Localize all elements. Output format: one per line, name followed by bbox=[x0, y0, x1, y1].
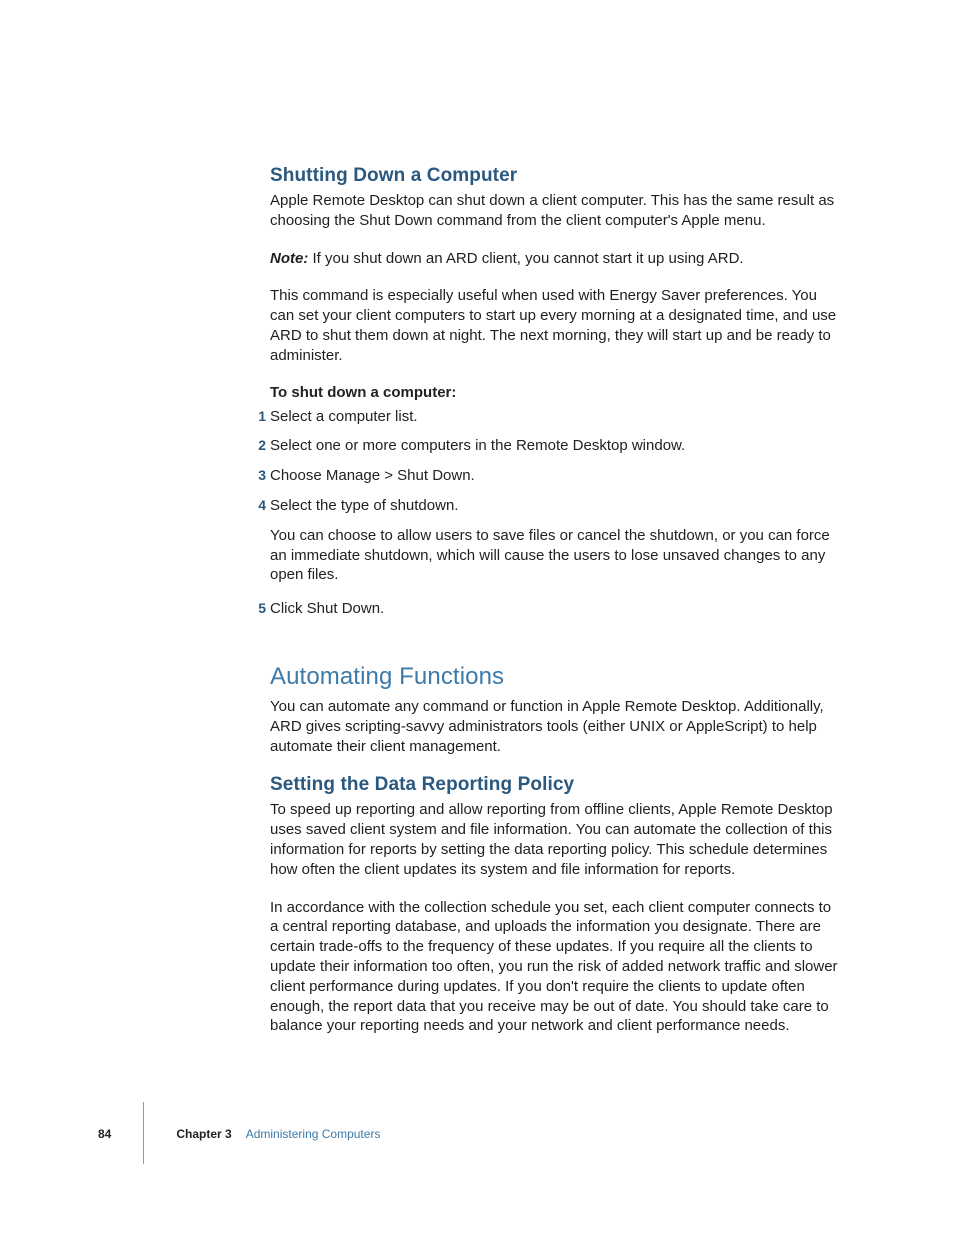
step-number: 4 bbox=[248, 496, 266, 514]
body-paragraph: You can automate any command or function… bbox=[270, 697, 840, 756]
body-paragraph: In accordance with the collection schedu… bbox=[270, 898, 840, 1037]
step-text: Click Shut Down. bbox=[270, 600, 384, 617]
note-paragraph: Note: If you shut down an ARD client, yo… bbox=[270, 249, 840, 269]
step-item: 4 Select the type of shutdown. You can c… bbox=[270, 496, 840, 599]
heading-automating-functions: Automating Functions bbox=[270, 663, 840, 691]
step-item: 5 Click Shut Down. bbox=[270, 599, 840, 629]
page-number: 84 bbox=[98, 1127, 111, 1141]
page-content: Shutting Down a Computer Apple Remote De… bbox=[270, 165, 840, 1054]
step-number: 1 bbox=[248, 407, 266, 425]
body-paragraph: To speed up reporting and allow reportin… bbox=[270, 800, 840, 879]
step-item: 1 Select a computer list. bbox=[270, 407, 840, 437]
footer-chapter-title: Administering Computers bbox=[246, 1127, 381, 1141]
step-text: Select the type of shutdown. bbox=[270, 497, 458, 514]
document-page: Shutting Down a Computer Apple Remote De… bbox=[0, 0, 954, 1235]
step-item: 2 Select one or more computers in the Re… bbox=[270, 436, 840, 466]
step-text: Choose Manage > Shut Down. bbox=[270, 467, 475, 484]
step-number: 3 bbox=[248, 466, 266, 484]
step-text: Select a computer list. bbox=[270, 408, 418, 425]
body-paragraph: Apple Remote Desktop can shut down a cli… bbox=[270, 191, 840, 231]
heading-data-reporting-policy: Setting the Data Reporting Policy bbox=[270, 774, 840, 796]
body-paragraph: This command is especially useful when u… bbox=[270, 286, 840, 365]
step-number: 2 bbox=[248, 436, 266, 454]
step-number: 5 bbox=[248, 599, 266, 617]
page-footer: 84 Chapter 3 Administering Computers bbox=[98, 1104, 380, 1164]
task-heading: To shut down a computer: bbox=[270, 384, 840, 401]
footer-chapter-label: Chapter 3 bbox=[176, 1127, 231, 1141]
note-label: Note: bbox=[270, 250, 308, 267]
ordered-steps: 1 Select a computer list. 2 Select one o… bbox=[270, 407, 840, 629]
note-body: If you shut down an ARD client, you cann… bbox=[308, 250, 743, 267]
step-subtext: You can choose to allow users to save fi… bbox=[270, 526, 840, 589]
heading-shutting-down: Shutting Down a Computer bbox=[270, 165, 840, 187]
footer-divider bbox=[143, 1102, 144, 1164]
step-text: Select one or more computers in the Remo… bbox=[270, 437, 685, 454]
step-item: 3 Choose Manage > Shut Down. bbox=[270, 466, 840, 496]
